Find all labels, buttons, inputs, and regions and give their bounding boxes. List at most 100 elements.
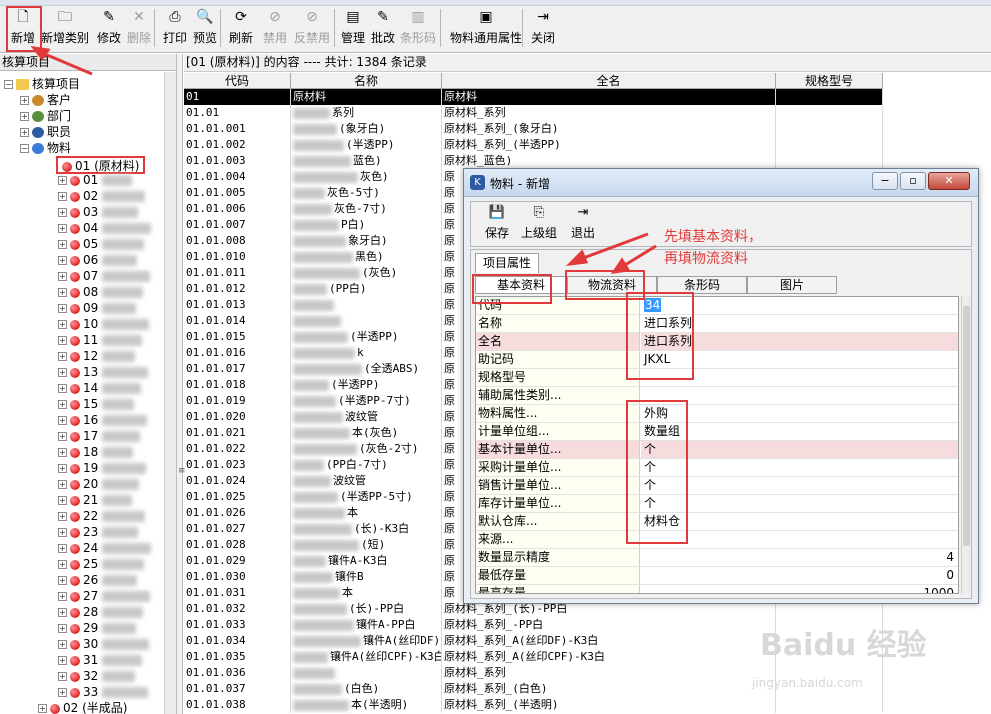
expand-icon[interactable]: +	[58, 368, 67, 377]
expand-icon[interactable]: +	[58, 464, 67, 473]
toolbar-button-8[interactable]: ⊘ 反禁用	[292, 8, 332, 50]
tree-subitem[interactable]: +21	[58, 492, 133, 508]
expand-icon[interactable]: +	[20, 96, 29, 105]
expand-icon[interactable]: +	[58, 496, 67, 505]
property-row[interactable]: 默认仓库... 材料仓	[476, 513, 958, 531]
toolbar-button-1[interactable]: 🗀 新增类别	[40, 8, 90, 50]
expand-icon[interactable]: +	[58, 544, 67, 553]
tree-item-2[interactable]: + 职员	[20, 124, 71, 140]
property-value[interactable]: 个	[641, 459, 958, 476]
expand-icon[interactable]: +	[58, 224, 67, 233]
expand-icon[interactable]: +	[58, 288, 67, 297]
expand-icon[interactable]: +	[58, 480, 67, 489]
expand-icon[interactable]: +	[58, 256, 67, 265]
expand-icon[interactable]: +	[58, 640, 67, 649]
property-value[interactable]: 外购	[641, 405, 958, 422]
tree-subitem[interactable]: +03	[58, 204, 139, 220]
tree-subitem[interactable]: +18	[58, 444, 134, 460]
property-row[interactable]: 来源...	[476, 531, 958, 549]
expand-icon[interactable]: +	[58, 688, 67, 697]
toolbar-button-2[interactable]: ✎ 修改	[94, 8, 124, 50]
expand-icon[interactable]: +	[58, 672, 67, 681]
toolbar-button-5[interactable]: 🔍 预览	[190, 8, 220, 50]
tree-subitem[interactable]: +11	[58, 332, 143, 348]
property-row[interactable]: 名称 进口系列	[476, 315, 958, 333]
tree-subitem[interactable]: +22	[58, 508, 146, 524]
collapse-icon[interactable]: −	[20, 144, 29, 153]
expand-icon[interactable]: +	[58, 240, 67, 249]
dialog-exit-button[interactable]: ⇥ 退出	[571, 205, 595, 241]
property-row[interactable]: 基本计量单位... 个	[476, 441, 958, 459]
tree-subitem[interactable]: +14	[58, 380, 142, 396]
property-value[interactable]: 个	[641, 441, 958, 458]
table-row[interactable]: 01.01.038 本(半透明) 原材料_系列_(半透明)	[184, 697, 883, 713]
property-row[interactable]: 库存计量单位... 个	[476, 495, 958, 513]
tree-subitem[interactable]: +30	[58, 636, 150, 652]
tree-subitem[interactable]: +25	[58, 556, 145, 572]
property-value[interactable]: 数量组	[641, 423, 958, 440]
tree-subitem[interactable]: +31	[58, 652, 143, 668]
tree-subitem[interactable]: +32	[58, 668, 136, 684]
property-row[interactable]: 辅助属性类别...	[476, 387, 958, 405]
property-row[interactable]: 最低存量 0	[476, 567, 958, 585]
table-row[interactable]: 01.01 系列 原材料_系列	[184, 105, 883, 121]
column-header-fullname[interactable]: 全名	[442, 73, 776, 89]
tree-subitem[interactable]: +05	[58, 236, 145, 252]
tree-subitem[interactable]: +27	[58, 588, 151, 604]
table-row[interactable]: 01.01.001 (象牙白) 原材料_系列_(象牙白)	[184, 121, 883, 137]
minimize-button[interactable]: −	[872, 172, 898, 190]
property-value[interactable]: 个	[641, 477, 958, 494]
dialog-parent-group-button[interactable]: ⎘ 上级组	[521, 205, 557, 241]
expand-icon[interactable]: +	[58, 352, 67, 361]
table-row[interactable]: 01 原材料 原材料	[184, 89, 883, 105]
expand-icon[interactable]: +	[58, 560, 67, 569]
tree-subitem[interactable]: +16	[58, 412, 148, 428]
expand-icon[interactable]: +	[58, 400, 67, 409]
scrollbar-thumb[interactable]	[963, 306, 970, 546]
table-row[interactable]: 01.01.002 (半透PP) 原材料_系列_(半透PP)	[184, 137, 883, 153]
tree-subitem[interactable]: +24	[58, 540, 152, 556]
expand-icon[interactable]: +	[58, 512, 67, 521]
tree-subitem[interactable]: +33	[58, 684, 149, 700]
expand-icon[interactable]: +	[58, 192, 67, 201]
property-row[interactable]: 计量单位组... 数量组	[476, 423, 958, 441]
property-row[interactable]: 销售计量单位... 个	[476, 477, 958, 495]
tree-item-semifinished[interactable]: +02 (半成品)	[38, 700, 127, 714]
dialog-save-button[interactable]: 💾 保存	[485, 205, 509, 241]
property-row[interactable]: 规格型号	[476, 369, 958, 387]
tree-root[interactable]: − 核算项目	[4, 76, 80, 92]
tree-subitem[interactable]: +08	[58, 284, 144, 300]
expand-icon[interactable]: +	[58, 384, 67, 393]
toolbar-button-11[interactable]: ▥ 条形码	[398, 8, 438, 50]
tree-item-1[interactable]: + 部门	[20, 108, 71, 124]
tree-subitem[interactable]: +02	[58, 188, 146, 204]
toolbar-button-6[interactable]: ⟳ 刷新	[226, 8, 256, 50]
table-row[interactable]: 01.01.003 蓝色) 原材料_蓝色)	[184, 153, 883, 169]
expand-icon[interactable]: +	[58, 656, 67, 665]
tree-subitem[interactable]: +01	[58, 172, 133, 188]
expand-icon[interactable]: +	[58, 272, 67, 281]
column-header-spec[interactable]: 规格型号	[776, 73, 883, 89]
toolbar-button-3[interactable]: ✕ 删除	[124, 8, 154, 50]
maximize-button[interactable]: ▫	[900, 172, 926, 190]
expand-icon[interactable]: +	[58, 320, 67, 329]
tree-item-0[interactable]: + 客户	[20, 92, 71, 108]
expand-icon[interactable]: +	[58, 592, 67, 601]
property-value[interactable]: 材料仓	[641, 513, 958, 530]
dialog-titlebar[interactable]: K 物料 - 新增 − ▫ ✕	[464, 169, 978, 197]
tree-subitem[interactable]: +17	[58, 428, 141, 444]
expand-icon[interactable]: +	[58, 176, 67, 185]
close-button[interactable]: ✕	[928, 172, 970, 190]
tree-subitem[interactable]: +28	[58, 604, 144, 620]
expand-icon[interactable]: +	[58, 448, 67, 457]
tree-subitem[interactable]: +04	[58, 220, 152, 236]
tree-subitem[interactable]: +13	[58, 364, 149, 380]
property-value[interactable]	[641, 387, 958, 404]
property-value[interactable]: 0	[641, 567, 958, 584]
expand-icon[interactable]: +	[58, 528, 67, 537]
property-row[interactable]: 助记码 JKXL	[476, 351, 958, 369]
property-scrollbar[interactable]	[961, 296, 971, 594]
tree-subitem[interactable]: +19	[58, 460, 147, 476]
property-value[interactable]: 4	[641, 549, 958, 566]
expand-icon[interactable]: +	[58, 624, 67, 633]
